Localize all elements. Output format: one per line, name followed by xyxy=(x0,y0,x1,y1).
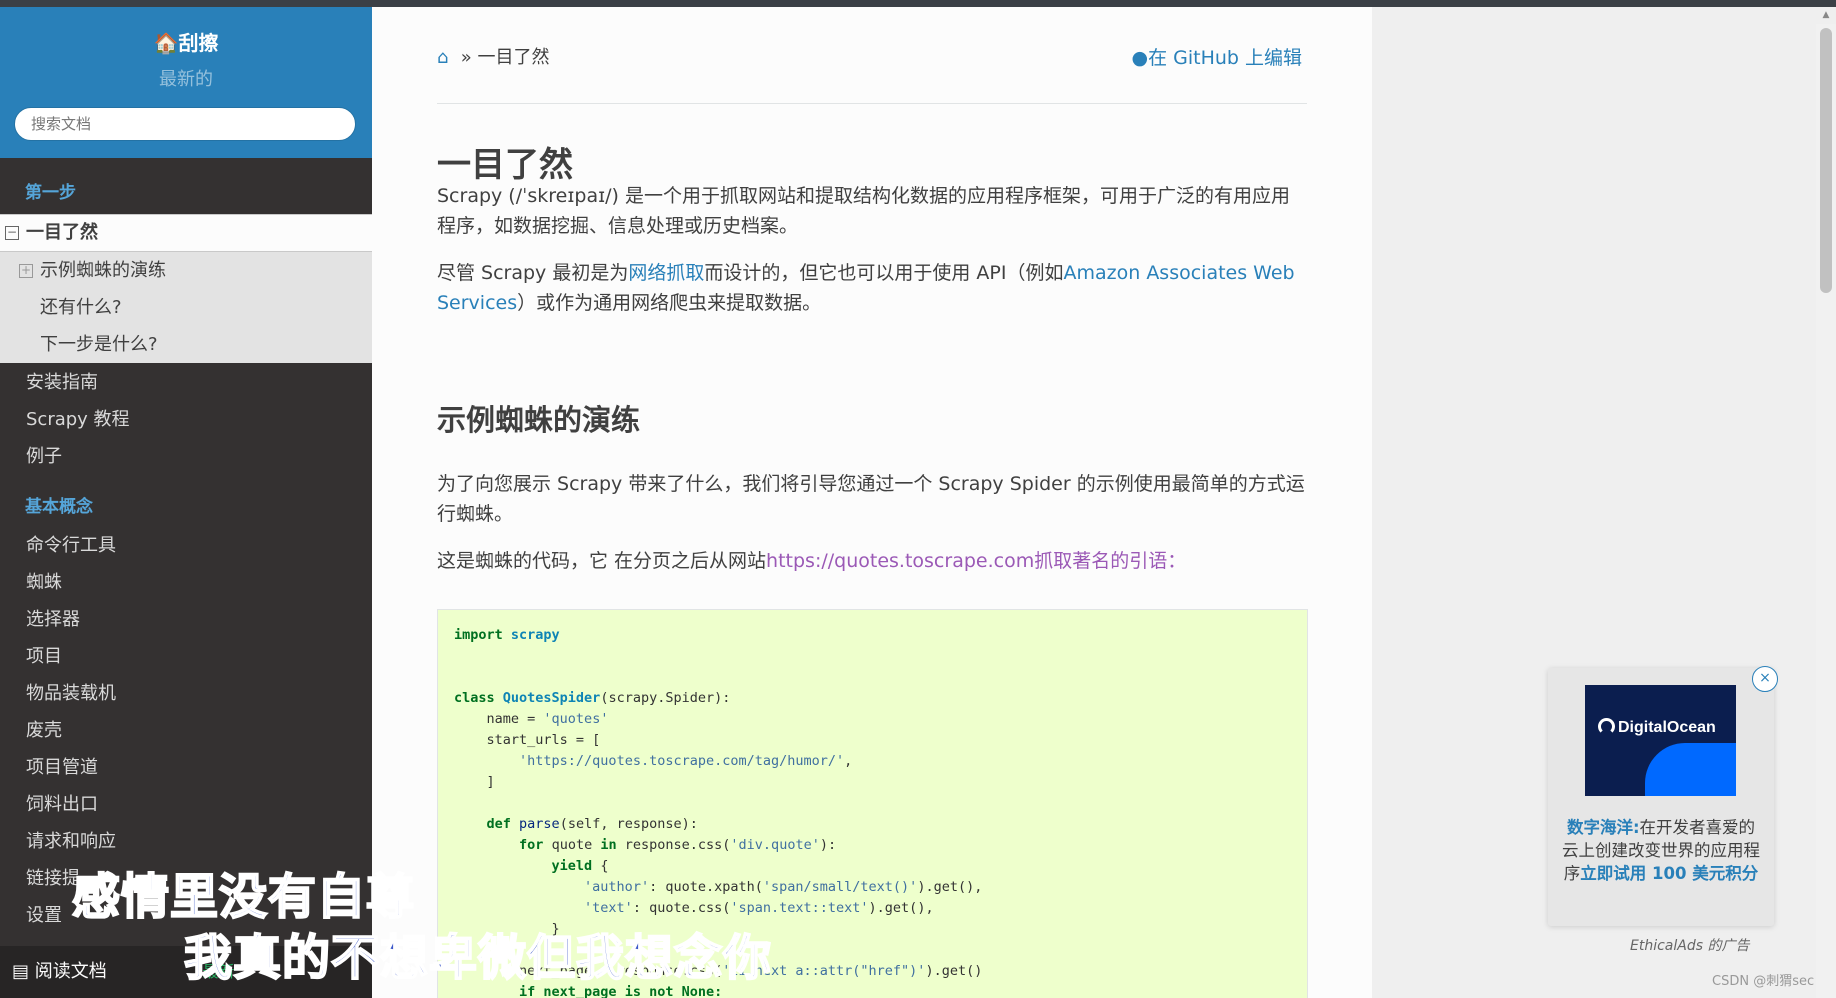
subtitle-line-2: 我真的不想卑微但我想念你 xyxy=(183,929,773,987)
sidebar-item-current[interactable]: − 一目了然 xyxy=(0,214,372,252)
sidebar-item-requests[interactable]: 请求和响应 xyxy=(0,823,372,860)
sidebar-subitem-label: 示例蜘蛛的演练 xyxy=(40,260,166,281)
sidebar-item-install[interactable]: 安装指南 xyxy=(0,364,372,401)
sidebar-item-cli[interactable]: 命令行工具 xyxy=(0,527,372,564)
ad-highlight: 数字海洋: xyxy=(1566,818,1640,837)
subtitle-line-1: 感情里没有自尊 xyxy=(71,868,416,926)
intro-paragraph: Scrapy (/ˈskreɪpaɪ/) 是一个用于抓取网站和提取结构化数据的应… xyxy=(437,185,1291,237)
divider xyxy=(437,103,1307,104)
close-icon[interactable]: × xyxy=(1752,666,1778,692)
sidebar-item-feed-exports[interactable]: 饲料出口 xyxy=(0,786,372,823)
quotes-site-link[interactable]: https://quotes.toscrape.com抓取著名的引语： xyxy=(766,550,1186,572)
text: ）或作为通用网络爬虫来提取数据。 xyxy=(517,292,822,314)
ad-image[interactable]: DigitalOcean xyxy=(1585,685,1736,796)
ad-cta[interactable]: 立即试用 100 美元积分 xyxy=(1580,864,1758,883)
breadcrumb-separator: » xyxy=(460,47,478,68)
book-icon: ▤ xyxy=(12,961,30,982)
sidebar: 🏠刮擦 最新的 第一步 − 一目了然 + 示例蜘蛛的演练 还有什么? 下一步是什… xyxy=(0,7,372,998)
second-paragraph: 尽管 Scrapy 最初是为网络抓取而设计的，但它也可以用于使用 API（例如A… xyxy=(437,258,1307,318)
sidebar-item-items[interactable]: 项目 xyxy=(0,638,372,675)
sidebar-item-shell[interactable]: 废壳 xyxy=(0,712,372,749)
sidebar-subitem-whats-next[interactable]: 下一步是什么? xyxy=(0,326,372,363)
breadcrumb: ⌂ » 一目了然 xyxy=(437,43,549,69)
page-title: 一目了然 xyxy=(437,145,573,185)
project-home-link[interactable]: 🏠刮擦 xyxy=(0,27,372,56)
sidebar-item-item-loaders[interactable]: 物品装载机 xyxy=(0,675,372,712)
caption-basic-concepts: 基本概念 xyxy=(25,497,93,517)
sidebar-list-first-steps: 安装指南 Scrapy 教程 例子 xyxy=(0,364,372,475)
walkthrough-paragraph: 为了向您展示 Scrapy 带来了什么，我们将引导您通过一个 Scrapy Sp… xyxy=(437,473,1305,525)
main-content: ⌂ » 一目了然 ●在 GitHub 上编辑 一目了然 Scrapy (/ˈsk… xyxy=(372,7,1372,998)
link-text: 抓取著名的引语： xyxy=(1034,550,1187,572)
sidebar-item-tutorial[interactable]: Scrapy 教程 xyxy=(0,401,372,438)
digitalocean-logo: DigitalOcean xyxy=(1598,718,1716,737)
section-heading: 示例蜘蛛的演练 xyxy=(437,403,641,437)
read-the-docs-label: 阅读文档 xyxy=(34,961,107,982)
sidebar-header: 🏠刮擦 最新的 xyxy=(0,7,372,158)
ad-brand: DigitalOcean xyxy=(1618,719,1716,736)
browser-top-bar xyxy=(0,0,1836,7)
sidebar-subitem-walkthrough[interactable]: + 示例蜘蛛的演练 xyxy=(0,252,372,289)
ad-graphic xyxy=(1645,743,1736,796)
collapse-icon[interactable]: − xyxy=(5,226,19,240)
github-edit-link[interactable]: ●在 GitHub 上编辑 xyxy=(1131,43,1302,70)
code-intro-paragraph: 这是蜘蛛的代码，它 在分页之后从网站https://quotes.toscrap… xyxy=(437,546,1307,576)
github-icon: ● xyxy=(1131,47,1149,69)
sidebar-item-label: 一目了然 xyxy=(26,222,98,243)
ad-attribution[interactable]: EthicalAds 的广告 xyxy=(1630,935,1749,955)
sidebar-item-spiders[interactable]: 蜘蛛 xyxy=(0,564,372,601)
caption-first-steps: 第一步 xyxy=(25,183,76,203)
breadcrumb-current: 一目了然 xyxy=(477,47,550,68)
text: 尽管 Scrapy 最初是为 xyxy=(437,262,629,284)
sidebar-subitem-what-else[interactable]: 还有什么? xyxy=(0,289,372,326)
watermark: CSDN @刺猬sec xyxy=(1712,974,1815,989)
digitalocean-icon xyxy=(1598,718,1615,735)
home-icon[interactable]: ⌂ xyxy=(437,47,455,68)
web-scraping-link[interactable]: 网络抓取 xyxy=(628,262,704,284)
sidebar-item-examples[interactable]: 例子 xyxy=(0,438,372,475)
version-label: 最新的 xyxy=(159,69,213,90)
search-input[interactable] xyxy=(14,107,356,141)
text: 而设计的，但它也可以用于使用 API（例如 xyxy=(704,262,1064,284)
expand-icon[interactable]: + xyxy=(19,264,33,278)
ad-text[interactable]: 数字海洋:在开发者喜爱的云上创建改变世界的应用程序立即试用 100 美元积分 xyxy=(1560,816,1762,885)
github-edit-label: 在 GitHub 上编辑 xyxy=(1148,47,1302,69)
link-url: https://quotes.toscrape.com xyxy=(766,550,1035,572)
sidebar-item-pipelines[interactable]: 项目管道 xyxy=(0,749,372,786)
sidebar-subtree: + 示例蜘蛛的演练 还有什么? 下一步是什么? xyxy=(0,252,372,363)
text: 这是蜘蛛的代码，它 在分页之后从网站 xyxy=(437,550,767,572)
scroll-up-arrow[interactable]: ▲ xyxy=(1816,7,1836,23)
sidebar-item-selectors[interactable]: 选择器 xyxy=(0,601,372,638)
scrollbar-thumb[interactable] xyxy=(1820,28,1832,293)
